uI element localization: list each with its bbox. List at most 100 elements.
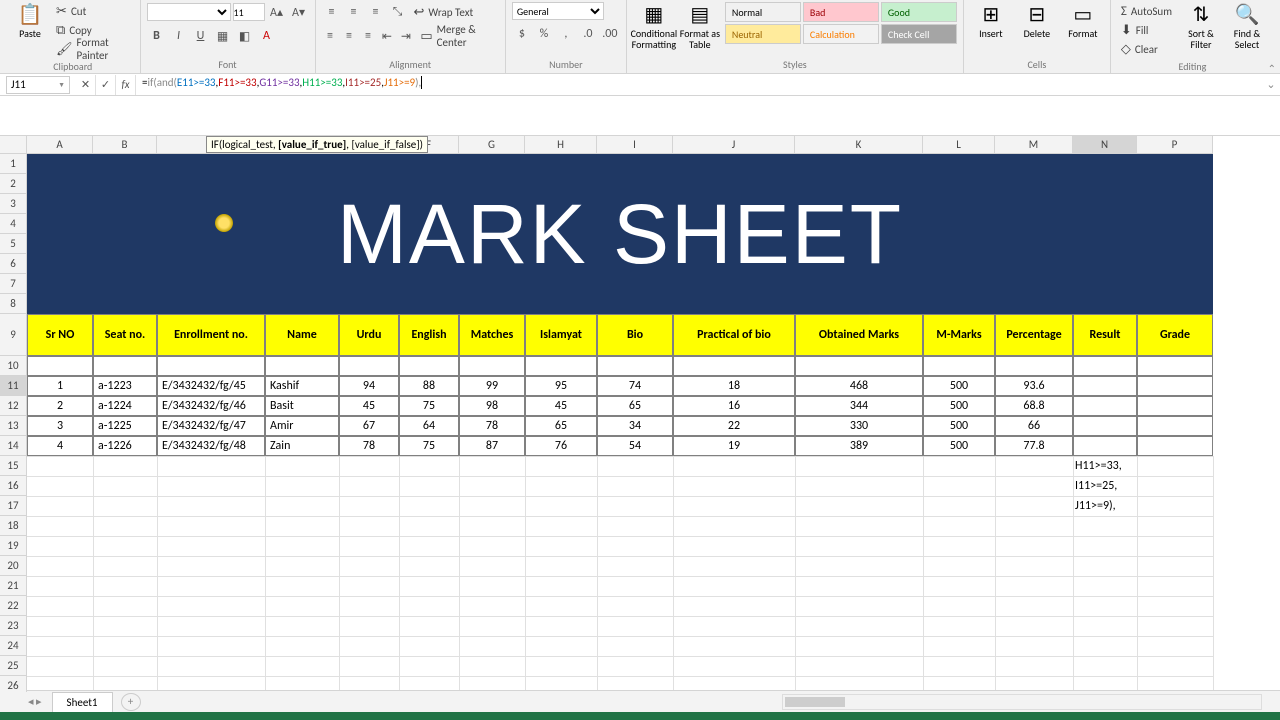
eraser-icon: ◇	[1121, 42, 1131, 57]
autosum-button[interactable]: ΣAutoSum	[1117, 2, 1176, 20]
col-header-matches: Matches	[459, 314, 525, 356]
wrap-text-button[interactable]: ↩Wrap Text	[410, 3, 478, 21]
style-checkcell[interactable]: Check Cell	[881, 24, 957, 44]
style-bad[interactable]: Bad	[803, 2, 879, 22]
paste-button[interactable]: 📋 Paste	[12, 2, 48, 39]
find-icon: 🔍	[1235, 2, 1259, 26]
align-mid-button[interactable]: ≡	[344, 2, 364, 22]
table-row: 3a-1225E/3432432/fg/47Amir67647865342233…	[27, 416, 1213, 436]
style-normal[interactable]: Normal	[725, 2, 801, 22]
insert-function-button[interactable]: fx	[116, 75, 136, 95]
formula-overflow-line: H11>=33,	[1075, 456, 1122, 476]
col-header-percentage: Percentage	[995, 314, 1073, 356]
copy-icon: ⧉	[56, 23, 65, 38]
group-alignment: ≡ ≡ ≡ ⤡ ↩Wrap Text ≡ ≡ ≡ ⇤ ⇥ ▭Merge & Ce…	[316, 0, 506, 73]
name-box[interactable]: J11 ▼	[6, 76, 70, 94]
status-bar	[0, 712, 1280, 720]
cell-reference: J11	[11, 78, 26, 91]
group-cells: ⊞Insert ⊟Delete ▭Format Cells	[964, 0, 1111, 73]
row-headers[interactable]: 1234567891011121314151617181920212223242…	[0, 154, 27, 692]
number-format-select[interactable]: General	[512, 2, 604, 20]
horizontal-scrollbar[interactable]	[782, 694, 1262, 710]
increase-indent-button[interactable]: ⇥	[397, 26, 414, 46]
col-header-grade: Grade	[1137, 314, 1213, 356]
sort-filter-button[interactable]: ⇅Sort & Filter	[1180, 2, 1222, 50]
col-header-result: Result	[1073, 314, 1137, 356]
cf-icon: ▦	[642, 2, 666, 26]
currency-button[interactable]: $	[512, 24, 532, 44]
cursor-highlight-icon	[215, 214, 233, 232]
insert-icon: ⊞	[979, 2, 1003, 26]
conditional-formatting-button[interactable]: ▦Conditional Formatting	[633, 2, 675, 50]
col-header-name: Name	[265, 314, 339, 356]
insert-button[interactable]: ⊞Insert	[970, 2, 1012, 39]
col-header-seat-no-: Seat no.	[93, 314, 157, 356]
add-sheet-button[interactable]: +	[121, 693, 141, 711]
font-family-select[interactable]	[147, 3, 231, 21]
table-header-row: Sr NOSeat no.Enrollment no.NameUrduEngli…	[27, 314, 1213, 356]
bold-button[interactable]: B	[147, 26, 167, 46]
find-select-button[interactable]: 🔍Find & Select	[1226, 2, 1268, 50]
fill-button[interactable]: ⬇Fill	[1117, 21, 1176, 39]
formula-overflow-line: J11>=9),	[1075, 496, 1116, 516]
font-color-button[interactable]: A	[257, 26, 277, 46]
inc-decimal-button[interactable]: .0	[578, 24, 598, 44]
tab-nav[interactable]: ◂ ▸	[20, 695, 50, 708]
percent-button[interactable]: %	[534, 24, 554, 44]
border-button[interactable]: ▦	[213, 26, 233, 46]
col-header-practical-of-bio: Practical of bio	[673, 314, 795, 356]
table-row: 2a-1224E/3432432/fg/46Basit4575984565163…	[27, 396, 1213, 416]
grow-font-button[interactable]: A▴	[267, 2, 287, 22]
delete-icon: ⊟	[1025, 2, 1049, 26]
format-button[interactable]: ▭Format	[1062, 2, 1104, 39]
enter-formula-button[interactable]: ✓	[96, 75, 116, 95]
align-left-button[interactable]: ≡	[322, 26, 339, 46]
align-right-button[interactable]: ≡	[359, 26, 376, 46]
style-good[interactable]: Good	[881, 2, 957, 22]
formula-input[interactable]: =if(and(E11>=33,F11>=33,G11>=33,H11>=33,…	[136, 76, 1262, 94]
style-neutral[interactable]: Neutral	[725, 24, 801, 44]
col-header-obtained-marks: Obtained Marks	[795, 314, 923, 356]
font-size-input[interactable]	[233, 3, 265, 21]
format-painter-button[interactable]: 🖌Format Painter	[52, 40, 133, 58]
orientation-button[interactable]: ⤡	[388, 2, 408, 22]
format-as-table-button[interactable]: ▤Format as Table	[679, 2, 721, 50]
column-headers[interactable]: ABCDEFGHIJKLMNP	[27, 136, 1213, 154]
shrink-font-button[interactable]: A▾	[289, 2, 309, 22]
title-banner: MARK SHEET	[27, 154, 1213, 314]
group-label: Clipboard	[12, 58, 134, 75]
clear-button[interactable]: ◇Clear	[1117, 40, 1176, 58]
align-top-button[interactable]: ≡	[322, 2, 342, 22]
merge-center-button[interactable]: ▭Merge & Center	[416, 27, 499, 45]
ribbon: 📋 Paste ✂Cut ⧉Copy 🖌Format Painter Clipb…	[0, 0, 1280, 74]
formula-overflow-line: I11>=25,	[1075, 476, 1117, 496]
col-header-bio: Bio	[597, 314, 673, 356]
delete-button[interactable]: ⊟Delete	[1016, 2, 1058, 39]
dec-decimal-button[interactable]: .00	[600, 24, 620, 44]
select-all-corner[interactable]	[0, 136, 27, 154]
table-row: 1a-1223E/3432432/fg/45Kashif948899957418…	[27, 376, 1213, 396]
comma-button[interactable]: ,	[556, 24, 576, 44]
formula-bar: J11 ▼ ✕ ✓ fx =if(and(E11>=33,F11>=33,G11…	[0, 74, 1280, 96]
decrease-indent-button[interactable]: ⇤	[378, 26, 395, 46]
align-bot-button[interactable]: ≡	[366, 2, 386, 22]
format-icon: ▭	[1071, 2, 1095, 26]
table-row: 4a-1226E/3432432/fg/48Zain78758776541938…	[27, 436, 1213, 456]
function-tooltip: IF(logical_test, [value_if_true], [value…	[206, 136, 428, 153]
col-header-english: English	[399, 314, 459, 356]
tab-sheet1[interactable]: Sheet1	[52, 692, 113, 712]
brush-icon: 🖌	[56, 42, 73, 57]
fill-color-button[interactable]: ◧	[235, 26, 255, 46]
cut-button[interactable]: ✂Cut	[52, 2, 133, 20]
cancel-formula-button[interactable]: ✕	[76, 75, 96, 95]
underline-button[interactable]: U	[191, 26, 211, 46]
italic-button[interactable]: I	[169, 26, 189, 46]
style-calculation[interactable]: Calculation	[803, 24, 879, 44]
group-editing: ΣAutoSum ⬇Fill ◇Clear ⇅Sort & Filter 🔍Fi…	[1111, 0, 1274, 73]
col-header-sr-no: Sr NO	[27, 314, 93, 356]
align-center-button[interactable]: ≡	[340, 26, 357, 46]
col-header-m-marks: M-Marks	[923, 314, 995, 356]
spreadsheet-grid[interactable]: ABCDEFGHIJKLMNP 123456789101112131415161…	[0, 136, 1280, 692]
col-header-urdu: Urdu	[339, 314, 399, 356]
expand-formula-bar-button[interactable]: ⌄	[1262, 78, 1280, 91]
